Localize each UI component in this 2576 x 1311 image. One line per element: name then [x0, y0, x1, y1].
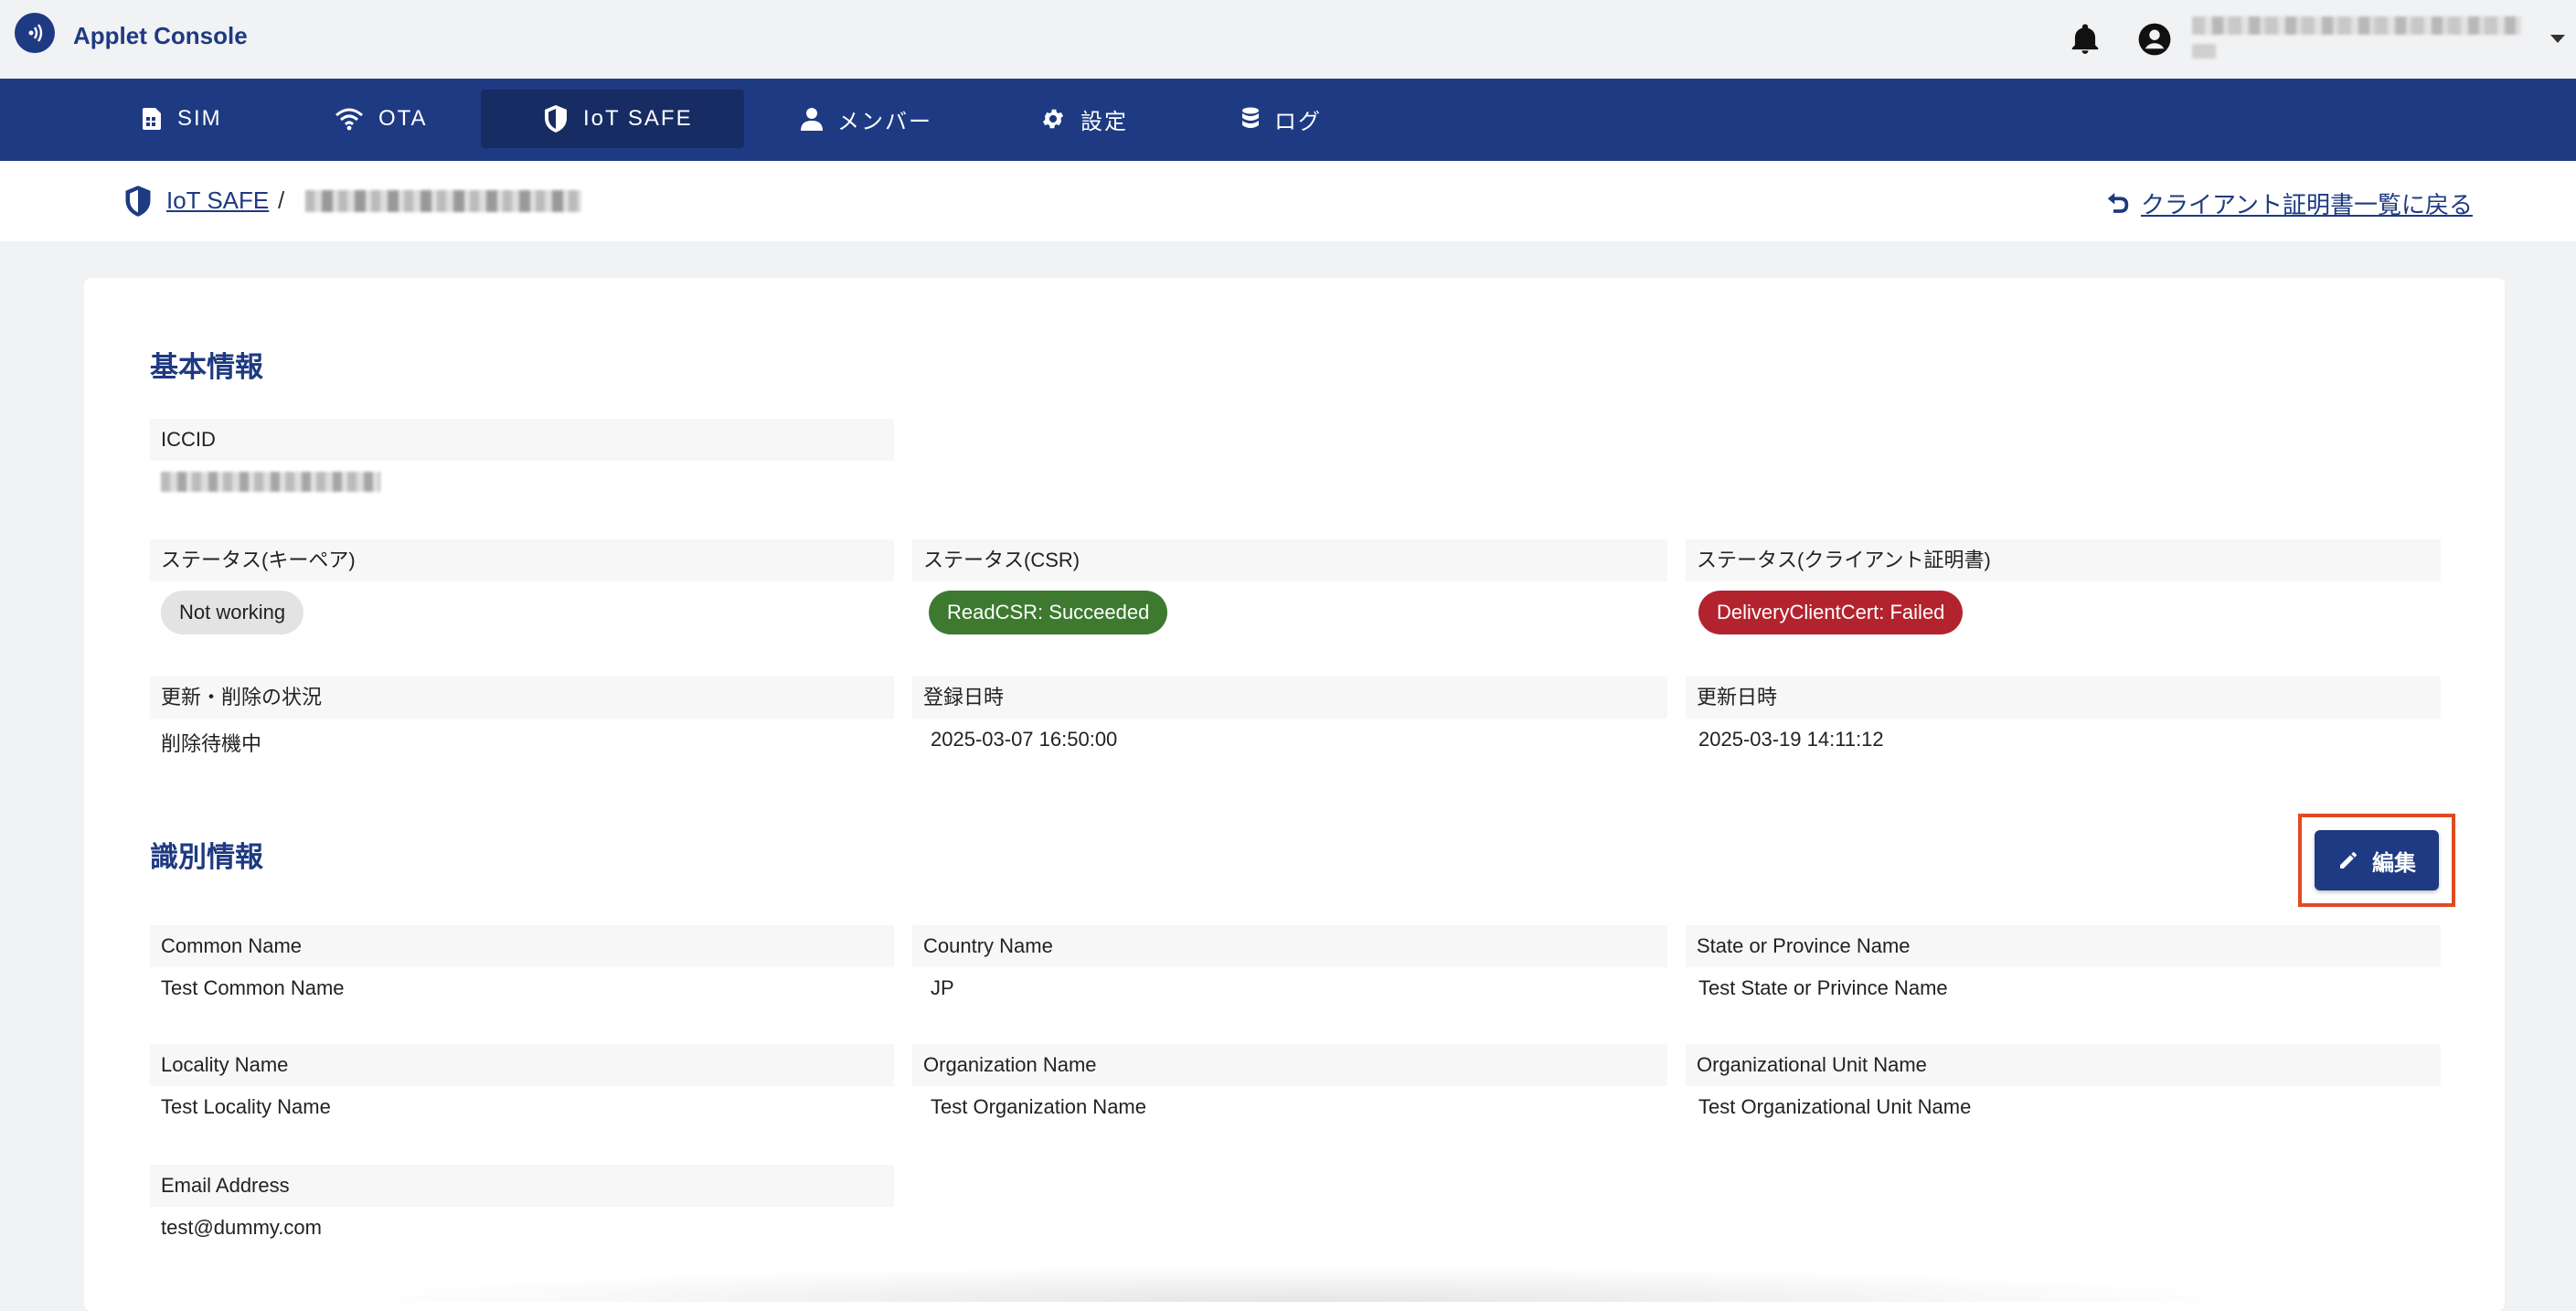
breadcrumb-current-redacted [305, 190, 581, 212]
back-to-cert-list-link[interactable]: クライアント証明書一覧に戻る [2141, 187, 2473, 220]
basic-info-title: 基本情報 [150, 351, 263, 383]
user-email-redacted-line2 [2192, 44, 2216, 59]
email-address-label: Email Address [150, 1165, 894, 1207]
app-logo-icon [15, 13, 55, 53]
nav-item-label: OTA [378, 106, 428, 131]
bell-icon[interactable] [2068, 22, 2102, 57]
return-arrow-icon[interactable] [2104, 188, 2132, 216]
csr-status-badge: ReadCSR: Succeeded [929, 591, 1168, 634]
sim-card-icon [143, 108, 161, 130]
detail-card: 基本情報 ICCID ステータス(キーペア) Not working ステータス… [84, 278, 2505, 1311]
updated-label: 更新日時 [1686, 677, 2441, 719]
country-name-label: Country Name [912, 925, 1667, 967]
breadcrumb-root-link[interactable]: IoT SAFE [166, 187, 269, 215]
organization-name-value: Test Organization Name [931, 1095, 1146, 1118]
app-title: Applet Console [73, 22, 248, 49]
chevron-down-icon[interactable] [2550, 35, 2565, 43]
organization-name-label: Organization Name [912, 1044, 1667, 1086]
shield-icon [125, 186, 151, 217]
shield-icon [545, 105, 567, 133]
org-unit-name-value: Test Organizational Unit Name [1698, 1095, 1972, 1118]
nav-item-label: 設定 [1080, 109, 1128, 134]
cert-status-badge: DeliveryClientCert: Failed [1698, 591, 1964, 634]
common-name-label: Common Name [150, 925, 894, 967]
nav-item-ota[interactable]: OTA [335, 90, 428, 148]
state-name-label: State or Province Name [1686, 925, 2441, 967]
cert-status-label: ステータス(クライアント証明書) [1686, 539, 2441, 581]
main-nav: SIM OTA IoT SAFE メンバー 設定 ログ [0, 79, 2576, 161]
state-name-value: Test State or Privince Name [1698, 976, 1948, 999]
registered-value: 2025-03-07 16:50:00 [931, 728, 1118, 751]
nav-item-label: ログ [1274, 109, 1322, 134]
csr-status-label: ステータス(CSR) [912, 539, 1667, 581]
identity-info-title: 識別情報 [150, 841, 263, 873]
person-icon [801, 108, 823, 131]
scroll-shadow [329, 1265, 2267, 1302]
nav-item-members[interactable]: メンバー [801, 90, 932, 148]
country-name-value: JP [931, 976, 954, 999]
nav-item-label: IoT SAFE [583, 106, 693, 131]
nav-item-label: SIM [177, 106, 222, 131]
pencil-icon [2340, 852, 2357, 869]
iccid-label: ICCID [150, 419, 894, 461]
nav-item-iot-safe[interactable]: IoT SAFE [481, 90, 744, 148]
nav-item-logs[interactable]: ログ [1241, 90, 1322, 148]
wifi-icon [335, 108, 363, 131]
edit-button-label: 編集 [2372, 850, 2416, 876]
org-unit-name-label: Organizational Unit Name [1686, 1044, 2441, 1086]
registered-label: 登録日時 [912, 677, 1667, 719]
database-icon [1242, 107, 1259, 128]
email-address-value: test@dummy.com [161, 1216, 322, 1239]
nav-item-label: メンバー [837, 109, 932, 134]
nav-item-settings[interactable]: 設定 [1040, 90, 1128, 148]
locality-name-label: Locality Name [150, 1044, 894, 1086]
edit-button[interactable]: 編集 [2315, 830, 2439, 890]
breadcrumb: IoT SAFE / クライアント証明書一覧に戻る [0, 161, 2576, 241]
updated-value: 2025-03-19 14:11:12 [1698, 728, 1884, 751]
update-delete-label: 更新・削除の状況 [150, 677, 894, 719]
account-circle-icon[interactable] [2137, 22, 2172, 57]
top-bar: Applet Console [0, 0, 2576, 79]
iccid-value-redacted [161, 472, 380, 492]
update-delete-value: 削除待機中 [161, 732, 262, 755]
common-name-value: Test Common Name [161, 976, 345, 999]
keypair-status-label: ステータス(キーペア) [150, 539, 894, 581]
gear-icon [1042, 109, 1064, 129]
locality-name-value: Test Locality Name [161, 1095, 331, 1118]
nav-item-sim[interactable]: SIM [141, 90, 222, 148]
breadcrumb-separator: / [278, 187, 285, 214]
keypair-status-badge: Not working [161, 591, 304, 634]
user-email-redacted[interactable] [2192, 16, 2521, 35]
